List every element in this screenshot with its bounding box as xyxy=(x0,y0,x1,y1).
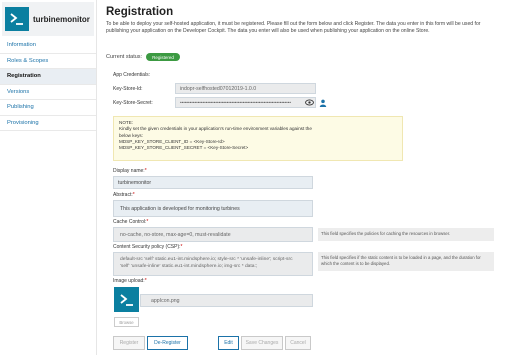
status-label: Current status: xyxy=(106,54,143,60)
register-button[interactable]: Register xyxy=(113,336,145,350)
key-store-secret-field[interactable]: ••••••••••••••••••••••••••••••••••••••••… xyxy=(175,97,316,108)
credentials-note: NOTE: Kindly set the given credentials i… xyxy=(113,116,403,161)
page-title: Registration xyxy=(106,6,174,18)
key-store-id-label: Key-Store-Id: xyxy=(113,86,143,92)
csp-line: default-src 'self' static.eu1-int.mindsp… xyxy=(120,257,293,262)
sidebar: turbinemonitor Information Roles & Scope… xyxy=(0,0,97,355)
person-icon[interactable] xyxy=(318,98,327,107)
image-upload-label: Image upload:* xyxy=(113,278,147,284)
main-content: Registration To be able to deploy your s… xyxy=(106,6,501,350)
csp-label: Content Security policy (CSP):* xyxy=(113,244,183,250)
sidebar-item-registration[interactable]: Registration xyxy=(0,69,96,85)
status-badge: Registered xyxy=(146,53,180,61)
eye-icon[interactable] xyxy=(305,98,314,107)
csp-hint: This field specifies if the static conte… xyxy=(318,252,494,271)
cache-control-input[interactable]: no-cache, no-store, max-age=0, must-reva… xyxy=(113,227,313,242)
image-file-field[interactable]: appIcon.png xyxy=(140,294,313,307)
sidebar-item-provisioning[interactable]: Provisioning xyxy=(0,116,96,131)
display-name-label: Display name:* xyxy=(113,168,147,174)
uploaded-image-preview xyxy=(114,287,139,312)
intro-text: To be able to deploy your self-hosted ap… xyxy=(106,21,481,34)
display-name-input[interactable]: turbinemonitor xyxy=(113,176,313,189)
cache-control-label: Cache Control:* xyxy=(113,219,149,225)
sidebar-nav: Information Roles & Scopes Registration … xyxy=(0,38,96,131)
terminal-prompt-icon xyxy=(5,7,29,31)
app-header: turbinemonitor xyxy=(2,2,94,36)
credentials-heading: App Credentials: xyxy=(113,72,150,78)
note-line: MDSP_KEY_STORE_CLIENT_SECRET = <Key-Stor… xyxy=(119,145,249,151)
cancel-button[interactable]: Cancel xyxy=(285,336,311,350)
sidebar-item-publishing[interactable]: Publishing xyxy=(0,100,96,116)
browse-button[interactable]: Browse xyxy=(114,317,139,327)
save-changes-button[interactable]: Save Changes xyxy=(241,336,283,350)
key-store-secret-label: Key-Store-Secret: xyxy=(113,100,153,106)
abstract-input[interactable]: This application is developed for monito… xyxy=(113,200,313,217)
key-store-id-field[interactable]: indopr-selfhosted07012019-1.0.0 xyxy=(175,83,316,94)
csp-line: 'self' 'unsafe-inline' static.eu1-int.mi… xyxy=(120,264,258,269)
status-row: Current status: Registered xyxy=(106,53,180,61)
app-name: turbinemonitor xyxy=(33,14,90,24)
deregister-button[interactable]: De-Register xyxy=(147,336,188,350)
edit-button[interactable]: Edit xyxy=(218,336,239,350)
sidebar-item-information[interactable]: Information xyxy=(0,38,96,54)
sidebar-item-versions[interactable]: Versions xyxy=(0,85,96,100)
csp-input[interactable]: default-src 'self' static.eu1-int.mindsp… xyxy=(113,252,313,276)
cache-control-hint: This field specifies the policies for ca… xyxy=(318,228,494,241)
abstract-label: Abstract:* xyxy=(113,192,135,198)
sidebar-item-roles-scopes[interactable]: Roles & Scopes xyxy=(0,54,96,69)
